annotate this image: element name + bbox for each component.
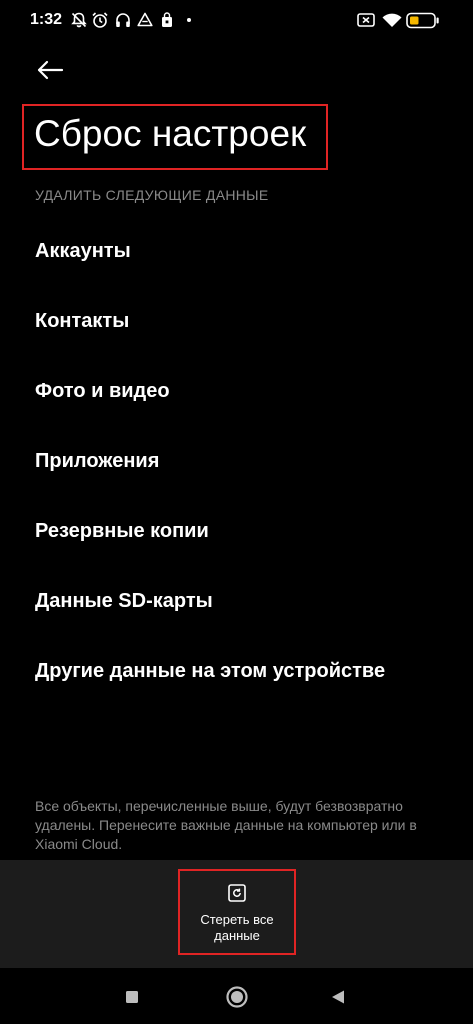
- recents-icon: [126, 991, 138, 1003]
- status-bar: 1:32: [0, 0, 473, 42]
- list-item-sd-card-data: Данные SD-карты: [35, 590, 213, 612]
- erase-all-data-label: Стереть все данные: [200, 912, 274, 943]
- back-button[interactable]: [30, 50, 70, 90]
- home-button[interactable]: [222, 982, 252, 1012]
- alarm-icon: [92, 12, 108, 28]
- section-header: УДАЛИТЬ СЛЕДУЮЩИЕ ДАННЫЕ: [35, 187, 269, 203]
- erase-all-data-button[interactable]: Стереть все данные: [178, 869, 296, 955]
- reset-icon: [228, 884, 246, 902]
- nav-back-button[interactable]: [323, 982, 353, 1012]
- shopping-bag-icon: [162, 12, 172, 27]
- dot-icon: [187, 18, 191, 22]
- navigation-bar: [0, 968, 473, 1024]
- recents-button[interactable]: [117, 982, 147, 1012]
- list-item-photos-videos: Фото и видео: [35, 380, 170, 402]
- drive-icon: [137, 12, 153, 27]
- sim-off-icon: [357, 13, 375, 27]
- battery-icon: [406, 12, 439, 29]
- page-title: Сброс настроек: [34, 113, 307, 154]
- list-item-apps: Приложения: [35, 450, 160, 472]
- wifi-icon: [382, 13, 402, 27]
- list-item-contacts: Контакты: [35, 310, 130, 332]
- notifications-off-icon: [71, 12, 87, 28]
- list-item-other-data: Другие данные на этом устройстве: [35, 660, 386, 682]
- home-icon: [226, 986, 248, 1008]
- headphones-icon: [116, 13, 130, 27]
- back-icon: [332, 990, 344, 1004]
- arrow-left-icon: [37, 60, 64, 80]
- disclaimer-text: Все объекты, перечисленные выше, будут б…: [35, 798, 417, 852]
- list-item-accounts: Аккаунты: [35, 240, 131, 262]
- status-time: 1:32: [30, 11, 63, 28]
- list-item-backups: Резервные копии: [35, 520, 209, 542]
